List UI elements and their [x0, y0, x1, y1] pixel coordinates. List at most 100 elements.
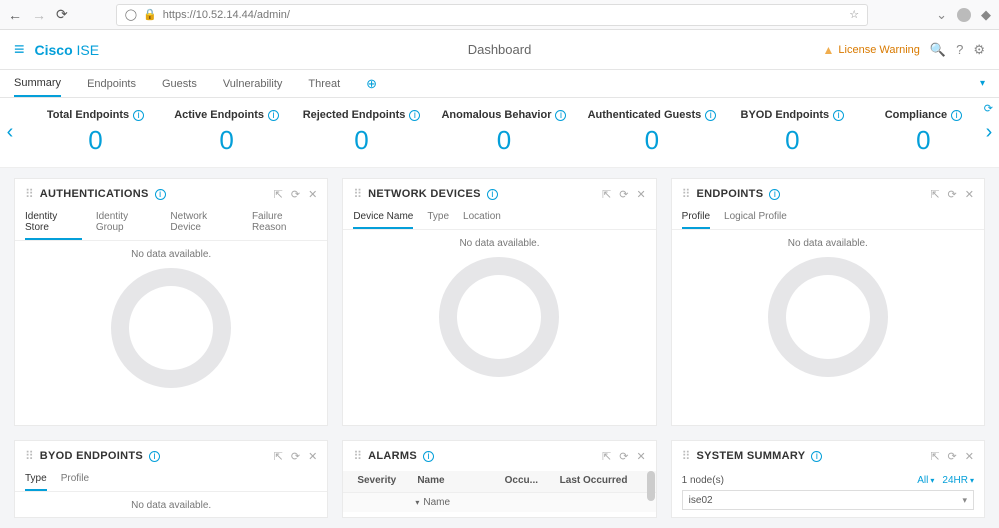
close-icon[interactable]: ✕ — [965, 450, 974, 463]
info-icon: i — [951, 110, 962, 121]
info-icon: i — [555, 110, 566, 121]
back-button[interactable]: ← — [8, 7, 22, 23]
card-byod-endpoints: ⠿ BYOD ENDPOINTS i ⇱ ⟳ ✕ Type Profile No… — [14, 440, 328, 518]
metric-compliance[interactable]: Compliancei 0 — [868, 109, 978, 156]
popout-icon[interactable]: ⇱ — [602, 450, 611, 463]
shield-icon: ◯ — [125, 8, 137, 21]
col-last-occurred[interactable]: Last Occurred — [556, 473, 646, 488]
no-data-text: No data available. — [459, 238, 539, 249]
menu-icon[interactable]: ≡ — [14, 39, 25, 60]
info-icon: i — [409, 110, 420, 121]
search-icon[interactable]: 🔍 — [930, 42, 946, 58]
tab-endpoints[interactable]: Endpoints — [87, 72, 136, 96]
license-warning[interactable]: ▲ License Warning — [823, 43, 920, 57]
bookmark-icon[interactable]: ☆ — [849, 8, 859, 21]
info-icon[interactable]: i — [769, 189, 780, 200]
card-network-devices: ⠿ NETWORK DEVICES i ⇱ ⟳ ✕ Device Name Ty… — [342, 178, 656, 426]
metric-rejected-endpoints[interactable]: Rejected Endpointsi 0 — [303, 109, 421, 156]
info-icon[interactable]: i — [155, 189, 166, 200]
node-select[interactable]: ise02 ▾ — [682, 490, 974, 510]
scrollbar[interactable] — [647, 471, 655, 501]
tab-summary[interactable]: Summary — [14, 71, 61, 97]
subtab-identity-store[interactable]: Identity Store — [25, 209, 82, 240]
popout-icon[interactable]: ⇱ — [930, 188, 939, 201]
refresh-icon[interactable]: ⟳ — [291, 450, 300, 463]
alarm-filter-row[interactable]: ▾Name — [343, 493, 655, 512]
subtab-device-name[interactable]: Device Name — [353, 209, 413, 229]
tab-threat[interactable]: Threat — [308, 72, 340, 96]
refresh-icon[interactable]: ⟳ — [948, 450, 957, 463]
close-icon[interactable]: ✕ — [308, 188, 317, 201]
card-alarms: ⠿ ALARMS i ⇱ ⟳ ✕ Severity Name Occu... L… — [342, 440, 656, 518]
metric-total-endpoints[interactable]: Total Endpointsi 0 — [41, 109, 151, 156]
forward-button[interactable]: → — [32, 7, 46, 23]
popout-icon[interactable]: ⇱ — [274, 188, 283, 201]
warning-icon: ▲ — [823, 43, 835, 57]
subtab-identity-group[interactable]: Identity Group — [96, 209, 157, 240]
close-icon[interactable]: ✕ — [308, 450, 317, 463]
subtab-type[interactable]: Type — [25, 471, 47, 491]
no-data-text: No data available. — [131, 249, 211, 260]
brand-ise: ISE — [77, 42, 100, 58]
tab-guests[interactable]: Guests — [162, 72, 197, 96]
subtab-network-device[interactable]: Network Device — [170, 209, 238, 240]
drag-handle-icon[interactable]: ⠿ — [353, 187, 362, 201]
donut-placeholder — [111, 268, 231, 388]
refresh-icon[interactable]: ⟳ — [619, 188, 628, 201]
subtab-failure-reason[interactable]: Failure Reason — [252, 209, 317, 240]
card-system-summary: ⠿ SYSTEM SUMMARY i ⇱ ⟳ ✕ 1 node(s) All▾ … — [671, 440, 985, 518]
subtab-profile[interactable]: Profile — [682, 209, 710, 229]
filter-range[interactable]: 24HR▾ — [942, 475, 974, 486]
info-icon[interactable]: i — [149, 451, 160, 462]
popout-icon[interactable]: ⇱ — [930, 450, 939, 463]
url-bar[interactable]: ◯ 🔒 https://10.52.14.44/admin/ ☆ — [116, 4, 868, 26]
col-occurrences[interactable]: Occu... — [501, 473, 556, 488]
close-icon[interactable]: ✕ — [965, 188, 974, 201]
refresh-icon[interactable]: ⟳ — [948, 188, 957, 201]
help-icon[interactable]: ? — [956, 42, 963, 57]
subtab-logical-profile[interactable]: Logical Profile — [724, 209, 787, 229]
drag-handle-icon[interactable]: ⠿ — [25, 187, 34, 201]
drag-handle-icon[interactable]: ⠿ — [353, 449, 362, 463]
filter-all[interactable]: All▾ — [917, 475, 934, 486]
subtab-location[interactable]: Location — [463, 209, 501, 229]
info-icon: i — [133, 110, 144, 121]
metric-auth-guests[interactable]: Authenticated Guestsi 0 — [588, 109, 717, 156]
reload-button[interactable]: ⟳ — [56, 6, 68, 23]
info-icon[interactable]: i — [423, 451, 434, 462]
metrics-prev-button[interactable]: ‹ — [0, 121, 20, 144]
metrics-strip: ⟳ ‹ Total Endpointsi 0 Active Endpointsi… — [0, 98, 999, 168]
col-severity[interactable]: Severity — [353, 473, 413, 488]
refresh-icon[interactable]: ⟳ — [291, 188, 300, 201]
extension-icon[interactable] — [957, 8, 971, 22]
subtab-type[interactable]: Type — [427, 209, 449, 229]
drag-handle-icon[interactable]: ⠿ — [682, 187, 691, 201]
url-text: https://10.52.14.44/admin/ — [163, 9, 290, 21]
chevron-down-icon: ▾ — [415, 498, 419, 507]
pocket-icon[interactable]: ⌄ — [936, 7, 947, 23]
metric-active-endpoints[interactable]: Active Endpointsi 0 — [172, 109, 282, 156]
gear-icon[interactable]: ⚙ — [973, 42, 985, 58]
close-icon[interactable]: ✕ — [636, 188, 645, 201]
metrics-next-button[interactable]: › — [979, 98, 999, 167]
metric-byod-endpoints[interactable]: BYOD Endpointsi 0 — [737, 109, 847, 156]
donut-placeholder — [439, 257, 559, 377]
col-name[interactable]: Name — [413, 473, 500, 488]
drag-handle-icon[interactable]: ⠿ — [682, 449, 691, 463]
popout-icon[interactable]: ⇱ — [274, 450, 283, 463]
tab-vulnerability[interactable]: Vulnerability — [223, 72, 283, 96]
refresh-icon[interactable]: ⟳ — [619, 450, 628, 463]
add-tab-button[interactable]: ⊕ — [366, 76, 377, 92]
info-icon[interactable]: i — [487, 189, 498, 200]
dashboard-tabs: Summary Endpoints Guests Vulnerability T… — [0, 70, 999, 98]
metric-anomalous-behavior[interactable]: Anomalous Behaviori 0 — [441, 109, 566, 156]
tabs-collapse-icon[interactable]: ▾ — [980, 78, 985, 89]
no-data-text: No data available. — [131, 500, 211, 511]
close-icon[interactable]: ✕ — [636, 450, 645, 463]
extension2-icon[interactable]: ◆ — [981, 7, 991, 23]
info-icon[interactable]: i — [811, 451, 822, 462]
popout-icon[interactable]: ⇱ — [602, 188, 611, 201]
drag-handle-icon[interactable]: ⠿ — [25, 449, 34, 463]
subtab-profile[interactable]: Profile — [61, 471, 89, 491]
node-count: 1 node(s) — [682, 475, 724, 486]
